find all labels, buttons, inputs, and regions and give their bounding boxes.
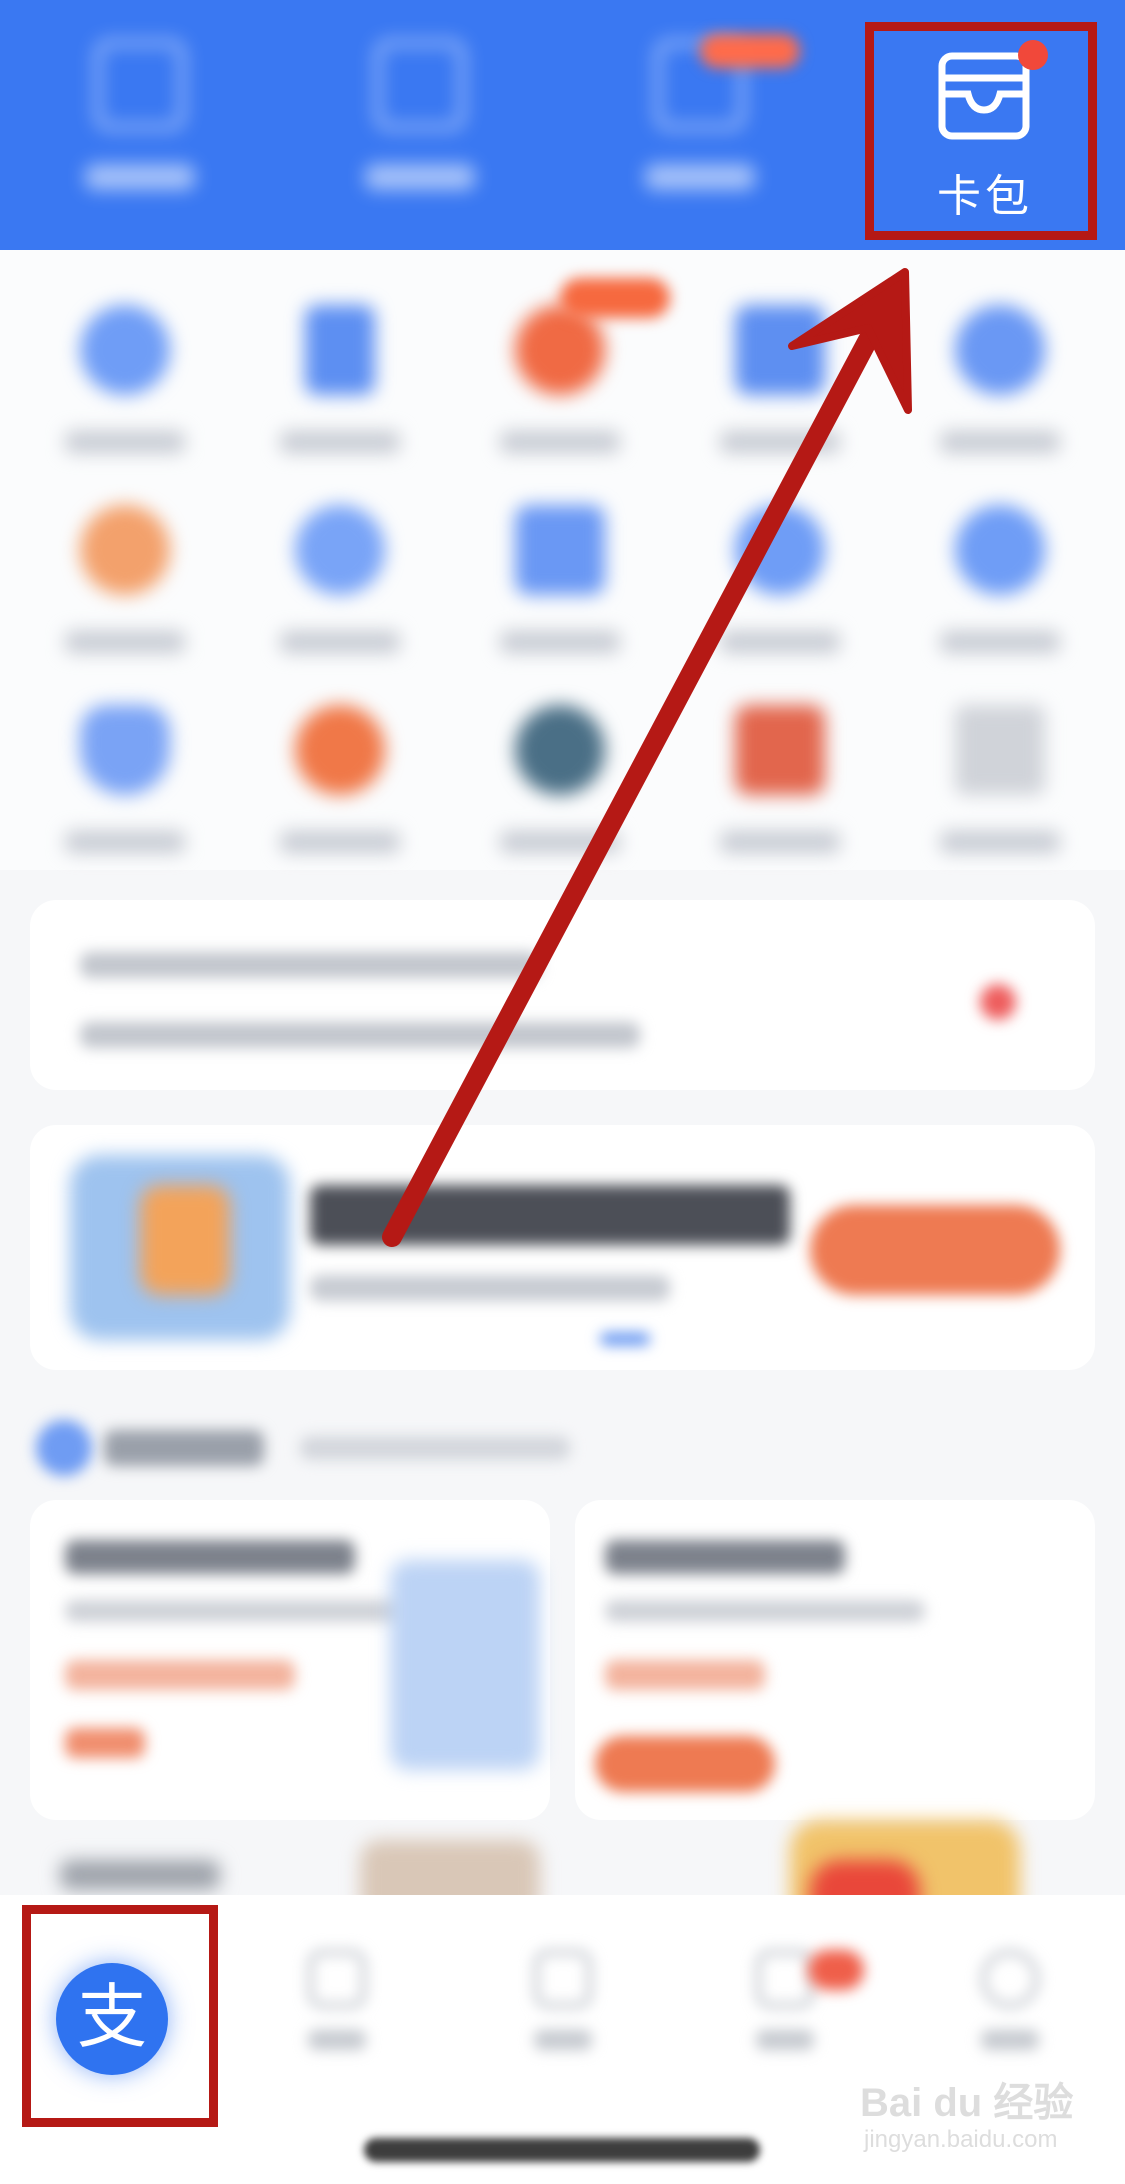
product-card[interactable]: [575, 1500, 1095, 1820]
grid-item[interactable]: [270, 305, 410, 465]
section-title: [104, 1430, 264, 1466]
nav-tab-wealth[interactable]: [282, 1950, 392, 2100]
grid-item[interactable]: [710, 305, 850, 465]
home-indicator: [364, 2138, 760, 2162]
section-icon: [36, 1420, 92, 1476]
baidu-watermark: Bai du 经验 jingyan.baidu.com: [860, 2070, 1110, 2170]
watermark-sub: jingyan.baidu.com: [864, 2126, 1058, 2153]
nav-tab-video[interactable]: [508, 1950, 618, 2100]
grid-item[interactable]: [490, 705, 630, 865]
section-subtitle: [300, 1436, 570, 1460]
grid-item[interactable]: [710, 505, 850, 665]
grid-item[interactable]: [55, 705, 195, 865]
blurred-row: [60, 1860, 220, 1890]
header-promo-badge: [700, 34, 800, 68]
header-shortcut-pay[interactable]: [355, 40, 485, 200]
watermark-main: Bai du 经验: [860, 2081, 1074, 2125]
header-shortcut-scan[interactable]: [75, 40, 205, 200]
grid-item[interactable]: [270, 505, 410, 665]
grid-item[interactable]: [55, 505, 195, 665]
grid-item[interactable]: [490, 305, 630, 465]
grid-item[interactable]: [710, 705, 850, 865]
highlight-box-card-bag: [865, 22, 1097, 240]
promo-banner[interactable]: [30, 1125, 1095, 1370]
grid-item[interactable]: [55, 305, 195, 465]
nav-message-badge: [808, 1950, 864, 1990]
highlight-box-alipay-tab: [22, 1905, 218, 2127]
grid-item[interactable]: [930, 505, 1070, 665]
grid-item[interactable]: [930, 305, 1070, 465]
grid-item[interactable]: [930, 705, 1070, 865]
grid-promo-badge: [560, 278, 670, 318]
services-grid: [0, 250, 1125, 870]
notice-card[interactable]: [30, 900, 1095, 1090]
grid-item[interactable]: [270, 705, 410, 865]
product-card[interactable]: [30, 1500, 550, 1820]
grid-item[interactable]: [490, 505, 630, 665]
